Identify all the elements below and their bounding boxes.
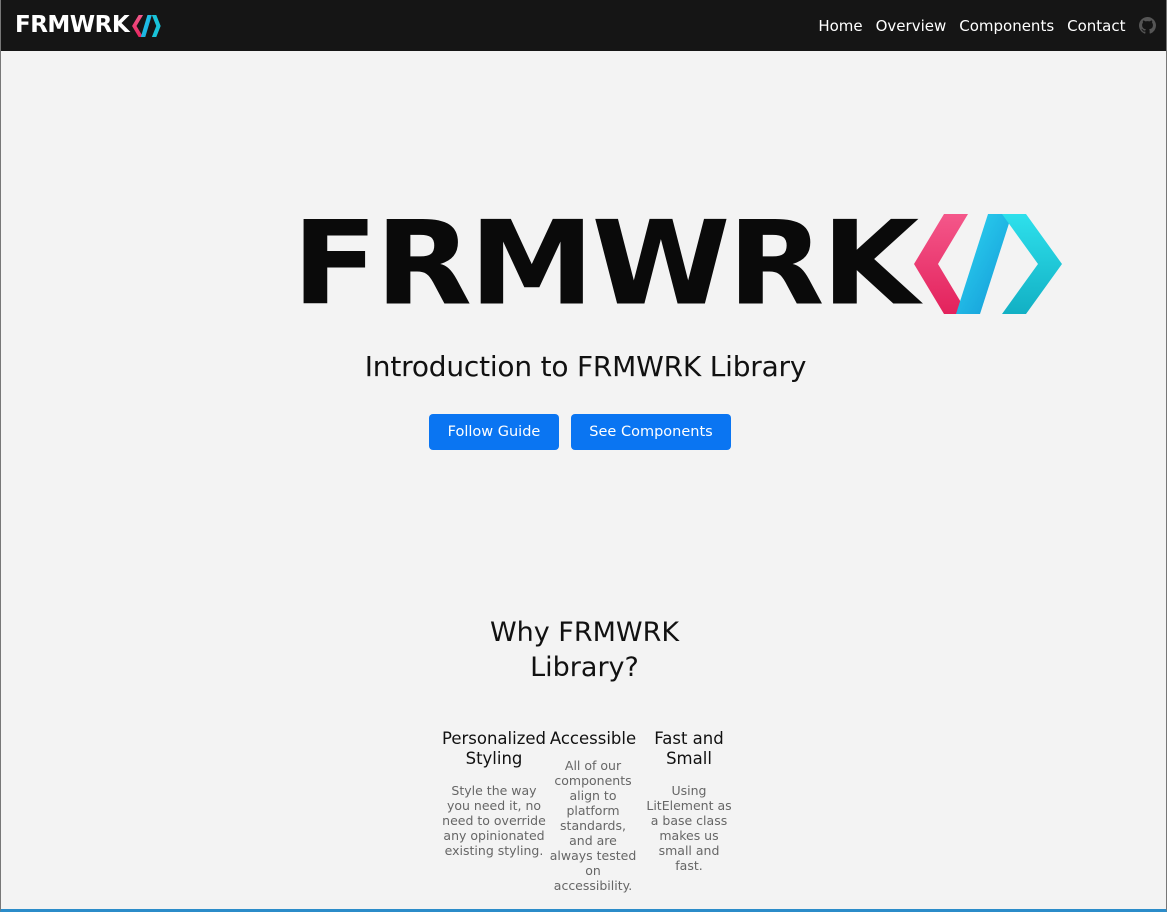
feature-title: Accessible [549,729,637,748]
nav-link-contact[interactable]: Contact [1061,17,1132,35]
hero-logo: FRMWRK [292,205,1064,321]
feature-title: Fast and Small [654,729,724,768]
page: FRMWRK Home Overview Components Contact … [0,0,1167,912]
nav-link-home[interactable]: Home [812,17,869,35]
feature-accessible: Accessible All of our components align t… [549,729,637,893]
see-components-button[interactable]: See Components [571,414,731,450]
feature-personalized-styling: Personalized Styling Style the way you n… [439,729,549,858]
brand-logo-link[interactable]: FRMWRK [15,0,161,51]
hero-title: Introduction to FRMWRK Library [364,350,807,383]
feature-description: Style the way you need it, no need to ov… [442,783,546,858]
github-icon[interactable] [1139,17,1156,34]
follow-guide-button[interactable]: Follow Guide [429,414,559,450]
feature-title: Personalized Styling [441,729,546,768]
nav-links: Home Overview Components Contact [812,17,1156,35]
hero-logo-text: FRMWRK [292,195,919,331]
feature-fast-and-small: Fast and Small Using LitElement as a bas… [641,729,737,873]
feature-description: All of our components align to platform … [549,758,637,893]
hero-code-icon [914,213,1063,314]
hero-actions: Follow Guide See Components [429,414,731,450]
top-navbar: FRMWRK Home Overview Components Contact [1,0,1166,51]
brand-code-icon [132,14,161,37]
feature-description: Using LitElement as a base class makes u… [646,783,732,873]
brand-name: FRMWRK [15,12,130,38]
why-section-title: Why FRMWRK Library? [489,617,680,683]
features-list: Personalized Styling Style the way you n… [439,729,737,893]
nav-link-components[interactable]: Components [953,17,1061,35]
nav-link-overview[interactable]: Overview [869,17,953,35]
